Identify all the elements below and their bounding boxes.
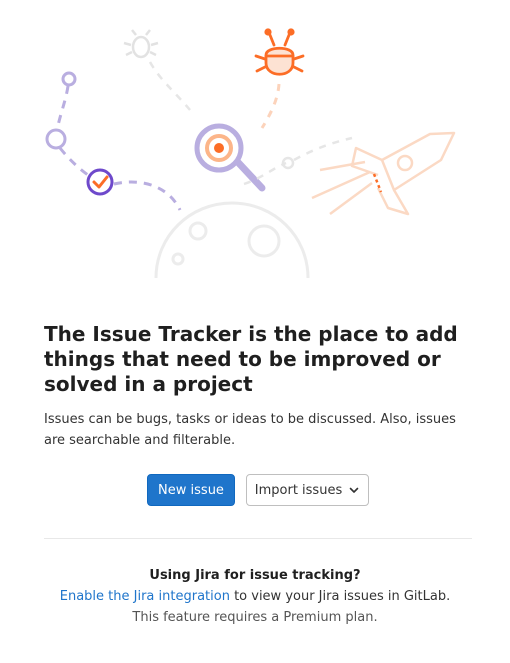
section-divider — [44, 538, 472, 539]
new-issue-label: New issue — [158, 482, 224, 498]
issues-empty-state: The Issue Tracker is the place to add th… — [0, 0, 510, 663]
import-issues-label: Import issues — [254, 482, 343, 498]
premium-note: This feature requires a Premium plan. — [132, 610, 378, 625]
chevron-down-icon — [348, 484, 360, 496]
issues-empty-state-illustration — [45, 28, 456, 279]
empty-state-title: The Issue Tracker is the place to add th… — [44, 322, 458, 396]
empty-state-description: Issues can be bugs, tasks or ideas to be… — [44, 412, 456, 448]
jira-link-suffix: to view your Jira issues in GitLab. — [229, 589, 451, 604]
jira-text: Enable the Jira integration to view your… — [0, 586, 510, 607]
jira-heading: Using Jira for issue tracking? — [149, 568, 361, 583]
new-issue-button[interactable]: New issue — [147, 474, 235, 506]
jira-integration-section: Using Jira for issue tracking? Enable th… — [0, 565, 510, 628]
import-issues-dropdown[interactable]: Import issues — [246, 474, 369, 506]
enable-jira-integration-link[interactable]: Enable the Jira integration — [60, 589, 230, 604]
